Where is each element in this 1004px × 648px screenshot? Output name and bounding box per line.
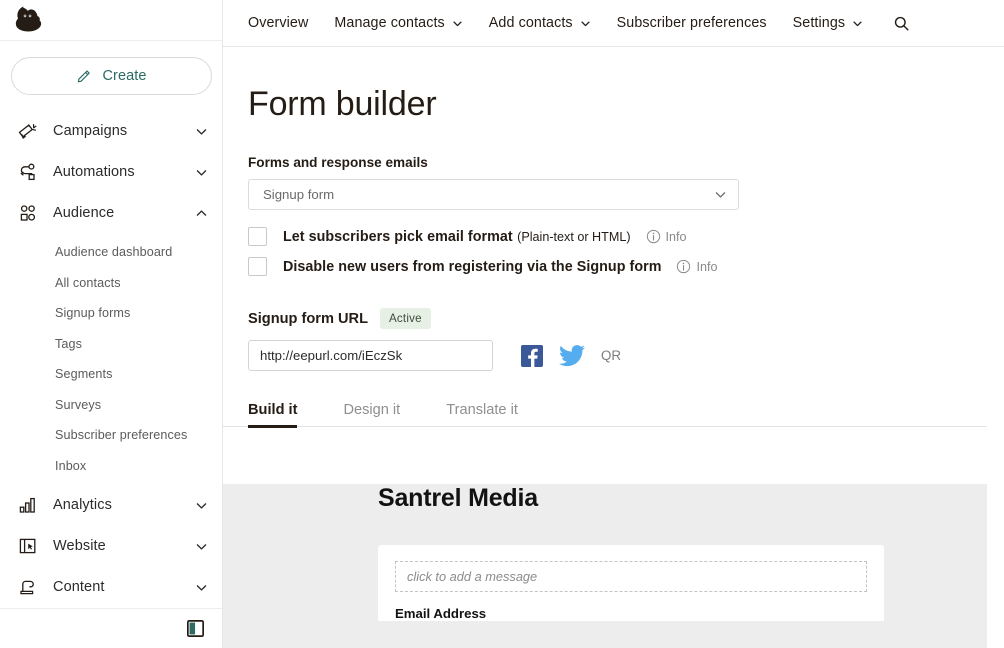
sidebar-item-content[interactable]: Content (0, 567, 222, 608)
logo-bar (0, 0, 222, 41)
tab-manage-contacts[interactable]: Manage contacts (334, 15, 462, 31)
sidebar-item-audience-dashboard[interactable]: Audience dashboard (0, 237, 222, 268)
checkbox-email-format[interactable] (248, 227, 267, 246)
checkbox-disable-signup-label: Disable new users from registering via t… (283, 258, 661, 276)
info-label-disable-signup: Info (696, 259, 718, 274)
sidebar-item-audience-label: Audience (53, 205, 115, 222)
sidebar-item-automations[interactable]: Automations (0, 152, 222, 193)
form-select-value: Signup form (263, 187, 335, 202)
website-icon (19, 539, 36, 554)
chevron-down-icon (196, 585, 207, 591)
preview-form-title[interactable]: Santrel Media (378, 484, 987, 513)
sidebar-item-audience[interactable]: Audience (0, 193, 222, 234)
info-icon (677, 259, 691, 274)
twitter-icon[interactable] (559, 344, 585, 367)
sidebar-item-segments[interactable]: Segments (0, 359, 222, 390)
info-link-email-format[interactable]: Info (646, 229, 687, 244)
sidebar-item-subscriber-preferences[interactable]: Subscriber preferences (0, 420, 222, 451)
sidebar-item-website[interactable]: Website (0, 526, 222, 567)
chevron-down-icon (581, 21, 590, 26)
tab-subscriber-preferences[interactable]: Subscriber preferences (617, 15, 767, 31)
tab-add-contacts[interactable]: Add contacts (489, 15, 591, 31)
signup-url-heading-row: Signup form URL Active (248, 308, 1004, 329)
checkbox-row-disable-signup: Disable new users from registering via t… (248, 257, 1004, 276)
chevron-down-icon (196, 544, 207, 550)
chevron-down-icon (196, 129, 207, 135)
tab-overview[interactable]: Overview (248, 15, 308, 31)
create-button[interactable]: Create (11, 56, 212, 95)
chevron-down-icon (453, 21, 462, 26)
tab-add-contacts-label: Add contacts (488, 15, 573, 31)
bar-chart-icon (19, 498, 35, 514)
checkbox-row-email-format: Let subscribers pick email format (Plain… (248, 227, 1004, 246)
status-badge: Active (379, 308, 431, 329)
automation-icon (20, 163, 35, 181)
top-navigation: Overview Manage contacts Add contacts Su… (223, 0, 1004, 47)
tab-settings-label: Settings (792, 15, 846, 31)
signup-url-row: QR (248, 340, 1004, 371)
tab-manage-contacts-label: Manage contacts (334, 15, 445, 31)
page-title: Form builder (248, 85, 437, 123)
sidebar-item-website-label: Website (53, 538, 106, 555)
sidebar-item-campaigns[interactable]: Campaigns (0, 111, 222, 152)
app-root: Create Campaigns Automations Audience Au… (0, 0, 1004, 648)
preview-email-field-label: Email Address (395, 606, 487, 621)
preview-message-placeholder[interactable]: click to add a message (395, 561, 867, 592)
builder-tabs: Build it Design it Translate it (223, 401, 987, 428)
facebook-icon[interactable] (521, 344, 543, 367)
audience-icon (20, 205, 36, 222)
sidebar-item-analytics-label: Analytics (53, 497, 112, 514)
qr-link[interactable]: QR (601, 348, 621, 363)
sidebar-item-automations-label: Automations (53, 164, 135, 181)
sidebar-item-content-label: Content (53, 579, 105, 596)
info-link-disable-signup[interactable]: Info (676, 259, 718, 274)
form-preview: Santrel Media click to add a message Ema… (223, 484, 987, 648)
tab-build-it[interactable]: Build it (248, 402, 298, 428)
tab-subscriber-preferences-label: Subscriber preferences (616, 15, 767, 31)
chevron-down-icon (853, 21, 862, 26)
tab-design-it[interactable]: Design it (343, 402, 400, 427)
sidebar-nav: Campaigns Automations Audience Audience … (0, 111, 222, 608)
forms-section-label: Forms and response emails (248, 155, 428, 170)
pencil-icon (78, 70, 91, 83)
mailchimp-logo[interactable] (12, 3, 46, 37)
main-area: Overview Manage contacts Add contacts Su… (223, 0, 1004, 648)
sidebar-item-signup-forms[interactable]: Signup forms (0, 298, 222, 329)
page-content: Form builder Forms and response emails S… (223, 85, 1004, 648)
chevron-down-icon (196, 170, 207, 176)
checkbox-disable-signup[interactable] (248, 257, 267, 276)
collapse-sidebar-icon[interactable] (187, 619, 204, 637)
tab-settings[interactable]: Settings (793, 15, 863, 31)
content-icon (20, 581, 34, 595)
signup-url-heading: Signup form URL (248, 310, 368, 327)
megaphone-icon (18, 124, 37, 140)
checkbox-email-format-label: Let subscribers pick email format (Plain… (283, 228, 631, 246)
preview-form-card: click to add a message Email Address (378, 545, 884, 621)
chevron-down-icon (715, 192, 726, 198)
audience-subnav: Audience dashboard All contacts Signup f… (0, 234, 222, 485)
sidebar-item-analytics[interactable]: Analytics (0, 485, 222, 526)
signup-url-input[interactable] (248, 340, 493, 371)
chevron-up-icon (196, 210, 207, 216)
sidebar-item-inbox[interactable]: Inbox (0, 450, 222, 481)
sidebar-item-campaigns-label: Campaigns (53, 123, 128, 140)
search-icon[interactable] (893, 15, 910, 32)
tab-translate-it[interactable]: Translate it (446, 402, 518, 427)
create-button-label: Create (102, 67, 147, 84)
tab-overview-label: Overview (248, 15, 309, 31)
checkbox-disable-signup-main-text: Disable new users from registering via t… (283, 258, 662, 275)
sidebar-footer (0, 607, 222, 648)
checkbox-email-format-main-text: Let subscribers pick email format (283, 228, 513, 245)
sidebar-item-tags[interactable]: Tags (0, 328, 222, 359)
sidebar-item-surveys[interactable]: Surveys (0, 389, 222, 420)
info-label-email-format: Info (665, 229, 687, 244)
form-select[interactable]: Signup form (248, 179, 739, 210)
sidebar-item-all-contacts[interactable]: All contacts (0, 267, 222, 298)
create-button-wrap: Create (0, 41, 222, 95)
info-icon (646, 229, 660, 244)
chevron-down-icon (196, 503, 207, 509)
checkbox-email-format-sub-text: (Plain-text or HTML) (517, 229, 631, 244)
sidebar: Create Campaigns Automations Audience Au… (0, 0, 223, 648)
